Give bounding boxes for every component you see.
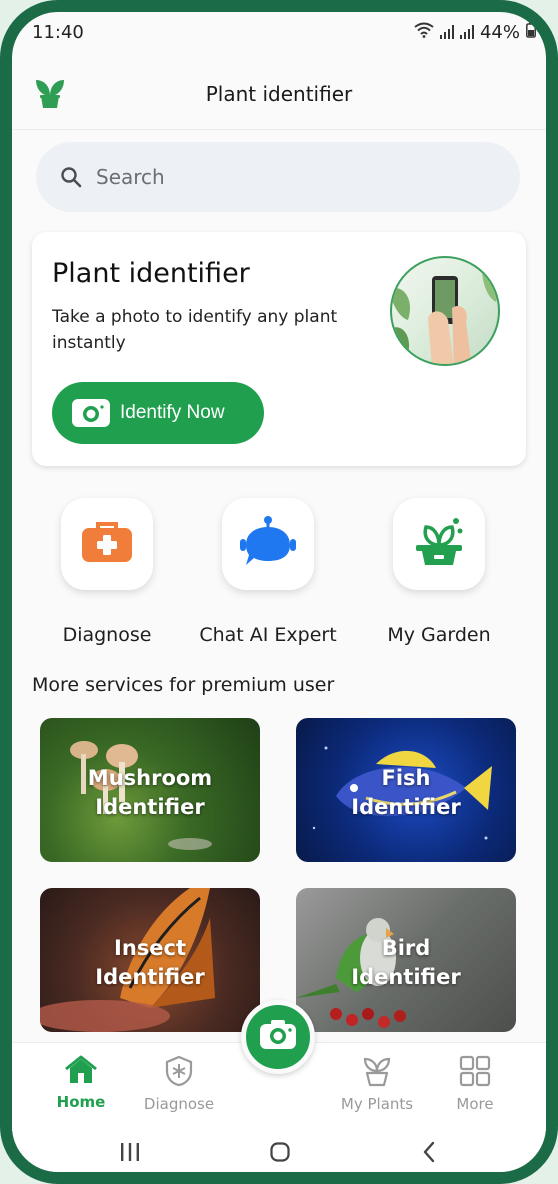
nav-item-home[interactable]: Home xyxy=(36,1055,126,1111)
insect-identifier-tile[interactable]: Insect Identifier xyxy=(40,888,260,1032)
diagnose-shield-icon xyxy=(164,1055,194,1091)
nav-item-diagnose[interactable]: Diagnose xyxy=(134,1055,224,1113)
grid-icon xyxy=(459,1055,491,1091)
search-bar[interactable] xyxy=(36,142,520,212)
quick-action-my-garden[interactable]: My Garden xyxy=(387,498,491,646)
my-garden-tile[interactable] xyxy=(393,498,485,590)
quick-action-chat-ai[interactable]: Chat AI Expert xyxy=(199,498,337,646)
chat-ai-tile[interactable] xyxy=(222,498,314,590)
plant-identifier-card: Plant identifier Take a photo to identif… xyxy=(32,232,526,466)
service-label: Bird Identifier xyxy=(351,936,461,989)
identify-now-label: Identify Now xyxy=(120,402,225,423)
nav-item-my-plants[interactable]: My Plants xyxy=(332,1055,422,1113)
signal-icon-2 xyxy=(459,25,474,39)
nav-label: Diagnose xyxy=(143,1095,215,1113)
camera-icon xyxy=(259,1020,297,1054)
service-label: Mushroom Identifier xyxy=(87,766,213,819)
plant-icon xyxy=(361,1057,393,1091)
home-button-icon[interactable] xyxy=(260,1138,300,1166)
search-icon xyxy=(60,166,82,188)
identify-now-button[interactable]: Identify Now xyxy=(52,382,264,444)
battery-icon xyxy=(526,21,536,43)
nav-label: Home xyxy=(56,1093,106,1111)
recent-apps-icon[interactable] xyxy=(110,1138,150,1166)
page-title: Plant identifier xyxy=(205,82,353,106)
wifi-icon xyxy=(414,22,434,43)
nav-label: More xyxy=(456,1095,494,1113)
status-time: 11:40 xyxy=(32,21,84,43)
home-icon xyxy=(64,1055,98,1089)
first-aid-kit-icon xyxy=(80,520,134,568)
bird-identifier-tile[interactable]: Bird Identifier xyxy=(296,888,516,1032)
signal-icon xyxy=(439,25,454,39)
quick-action-diagnose[interactable]: Diagnose xyxy=(61,498,153,646)
system-navigation-bar xyxy=(12,1124,546,1172)
card-title: Plant identifier xyxy=(52,258,250,289)
robot-chat-icon xyxy=(240,515,296,573)
diagnose-tile[interactable] xyxy=(61,498,153,590)
phone-photo-image xyxy=(390,256,500,366)
nav-item-more[interactable]: More xyxy=(430,1055,520,1113)
back-icon[interactable] xyxy=(410,1138,450,1166)
mushroom-identifier-tile[interactable]: Mushroom Identifier xyxy=(40,718,260,862)
service-label: Fish Identifier xyxy=(351,766,461,819)
app-header: Plant identifier xyxy=(12,56,546,130)
nav-label: My Plants xyxy=(340,1095,414,1113)
quick-action-label: My Garden xyxy=(387,624,491,646)
service-label: Insect Identifier xyxy=(95,936,205,989)
battery-percent: 44% xyxy=(479,21,520,43)
phone-screen: 11:40 44% Plant identifier Search Plant … xyxy=(0,0,558,1184)
card-description: Take a photo to identify any plant insta… xyxy=(52,307,338,353)
status-icons: 44% xyxy=(414,21,536,43)
fish-identifier-tile[interactable]: Fish Identifier xyxy=(296,718,516,862)
camera-icon xyxy=(72,398,110,427)
search-input[interactable] xyxy=(96,165,456,189)
status-bar: 11:40 44% xyxy=(12,12,546,52)
premium-services-title: More services for premium user xyxy=(32,674,335,696)
camera-fab-button[interactable] xyxy=(241,1000,315,1074)
plant-pot-icon xyxy=(412,515,466,573)
